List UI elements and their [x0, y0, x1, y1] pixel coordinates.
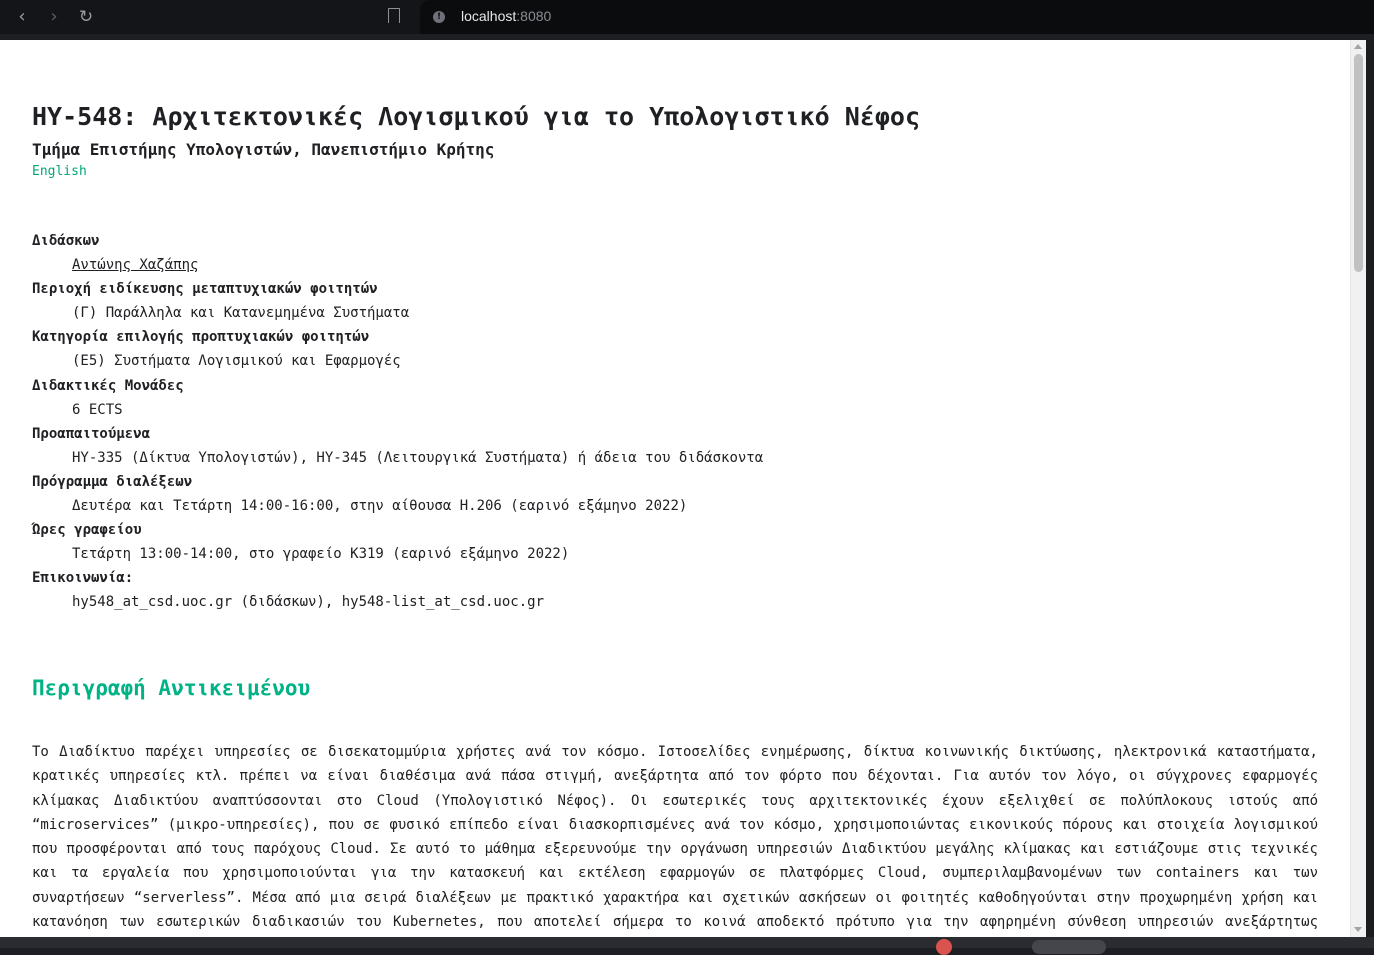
- info-value-undergrad-category: (Ε5) Συστήματα Λογισμικού και Εφαρμογές: [72, 353, 401, 370]
- course-info: Διδάσκων Αντώνης Χαζάπης Περιοχή ειδίκευ…: [32, 229, 763, 615]
- bookmark-icon[interactable]: [388, 8, 400, 26]
- course-description: Το Διαδίκτυο παρέχει υπηρεσίες σε δισεκα…: [32, 744, 1318, 931]
- page-title: HY-548: Αρχιτεκτονικές Λογισμικού για το…: [32, 102, 921, 131]
- info-label-office-hours: Ώρες γραφείου: [32, 522, 142, 539]
- reload-icon[interactable]: ↻: [74, 5, 98, 29]
- info-label-lecture-schedule: Πρόγραμμα διαλέξεων: [32, 473, 193, 490]
- url-port: :8080: [516, 8, 552, 24]
- info-value-office-hours: Τετάρτη 13:00-14:00, στο γραφείο Κ319 (ε…: [72, 546, 570, 563]
- site-info-icon[interactable]: !: [433, 11, 445, 23]
- info-label-grad-area: Περιοχή ειδίκευσης μεταπτυχιακών φοιτητώ…: [32, 281, 378, 298]
- taskbar: [0, 937, 1374, 955]
- taskbar-item[interactable]: [1032, 940, 1106, 954]
- info-label-prerequisites: Προαπαιτούμενα: [32, 425, 151, 442]
- info-value-grad-area: (Γ) Παράλληλα και Κατανεμημένα Συστήματα: [72, 305, 410, 322]
- section-title-description: Περιγραφή Αντικειμένου: [32, 676, 311, 700]
- back-icon[interactable]: ‹: [10, 5, 34, 29]
- side-panel-edge: [1366, 40, 1374, 937]
- page-scrollbar[interactable]: [1350, 40, 1366, 937]
- page-subtitle: Τμήμα Επιστήμης Υπολογιστών, Πανεπιστήμι…: [32, 140, 495, 159]
- info-value-contact: hy548_at_csd.uoc.gr (διδάσκων), hy548-li…: [72, 594, 545, 611]
- forward-icon[interactable]: ›: [42, 5, 66, 29]
- scrollbar-thumb[interactable]: [1354, 54, 1363, 272]
- info-value-instructor: Αντώνης Χαζάπης: [72, 253, 763, 277]
- info-label-undergrad-category: Κατηγορία επιλογής προπτυχιακών φοιτητών: [32, 329, 370, 346]
- info-label-credits: Διδακτικές Μονάδες: [32, 377, 184, 394]
- page-viewport: HY-548: Αρχιτεκτονικές Λογισμικού για το…: [0, 40, 1350, 937]
- address-bar[interactable]: ! localhost:8080: [420, 0, 1374, 34]
- notification-badge[interactable]: [936, 939, 952, 955]
- instructor-link[interactable]: Αντώνης Χαζάπης: [72, 257, 198, 273]
- language-link[interactable]: English: [32, 164, 87, 179]
- info-value-lecture-schedule: Δευτέρα και Τετάρτη 14:00-16:00, στην αί…: [72, 498, 688, 515]
- scroll-up-icon[interactable]: [1354, 44, 1362, 49]
- info-label-instructor: Διδάσκων: [32, 233, 100, 249]
- url-host: localhost: [461, 8, 517, 24]
- info-value-prerequisites: HY-335 (Δίκτυα Υπολογιστών), HY-345 (Λει…: [72, 449, 764, 466]
- info-label-contact: Επικοινωνία:: [32, 570, 134, 587]
- info-value-credits: 6 ECTS: [72, 401, 123, 418]
- browser-toolbar: ‹ › ↻ ! localhost:8080: [0, 0, 1374, 34]
- url-text[interactable]: localhost:8080: [461, 8, 551, 24]
- scroll-down-icon[interactable]: [1354, 927, 1362, 932]
